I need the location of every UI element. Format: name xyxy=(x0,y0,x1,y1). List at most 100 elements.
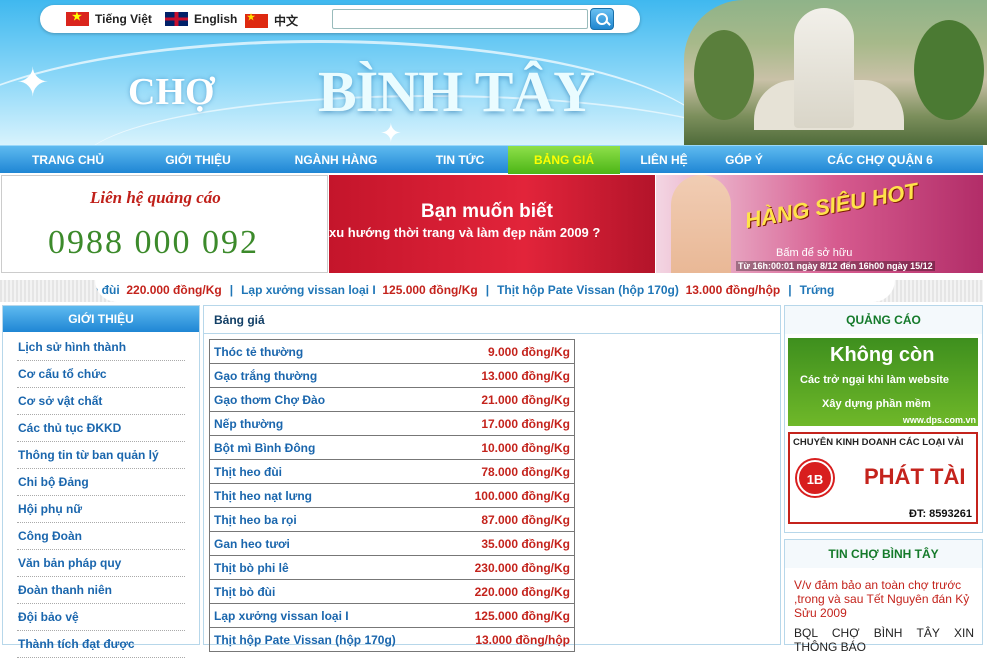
news-item-link[interactable]: V/v đảm bảo an toàn chợ trước ,trong và … xyxy=(794,578,974,620)
contact-ad-phone: 0988 000 092 xyxy=(48,224,259,261)
hot-ad-title: HÀNG SIÊU HOT xyxy=(743,178,920,233)
market-news-box: TIN CHỢ BÌNH TÂY V/v đảm bảo an toàn chợ… xyxy=(784,539,983,654)
fabric-shop-name: PHÁT TÀI xyxy=(864,464,966,489)
price-row: Gạo thơm Chợ Đào 21.000 đồng/Kg xyxy=(208,387,575,412)
price-item-value: 9.000 đồng/Kg xyxy=(445,339,575,364)
language-label: English xyxy=(194,12,238,26)
ticker-window: ò đùi 220.000 đồng/Kg | Lạp xưởng vissan l… xyxy=(95,280,895,302)
ticker-item-price: 220.000 đồng/Kg xyxy=(126,283,222,297)
price-row: Gạo trắng thường 13.000 đồng/Kg xyxy=(208,363,575,388)
fashion-ad-line1: Bạn muốn biết xyxy=(421,201,553,222)
contact-ad-title: Liên hệ quảng cáo xyxy=(90,188,221,207)
ticker-separator: | xyxy=(229,283,234,297)
price-item-value: 78.000 đồng/Kg xyxy=(445,459,575,484)
price-item-name[interactable]: Thịt bò đùi xyxy=(208,579,446,604)
sidebar-title: GIỚI THIỆU xyxy=(3,306,199,332)
dps-ad-url: www.dps.com.vn xyxy=(902,415,976,425)
model-figure xyxy=(671,175,731,273)
ticker-item-name[interactable]: Thịt hộp Pate Vissan (hộp 170g) xyxy=(497,283,679,297)
uk-flag-icon xyxy=(165,12,188,26)
fashion-ad-banner[interactable]: Bạn muốn biết xu hướng thời trang và làm… xyxy=(329,175,655,273)
sidebar-item-hoi-phu-nu[interactable]: Hội phụ nữ xyxy=(17,496,185,523)
price-row: Nếp thường 17.000 đồng/Kg xyxy=(208,411,575,436)
price-row: Thịt heo ba rọi 87.000 đồng/Kg xyxy=(208,507,575,532)
nav-trang-chu[interactable]: TRANG CHỦ xyxy=(0,146,136,174)
sidebar-item-lich-su[interactable]: Lịch sử hình thành xyxy=(17,334,185,361)
monument-shape xyxy=(794,8,854,128)
price-row: Thịt bò đùi 220.000 đồng/Kg xyxy=(208,579,575,604)
sidebar-item-van-ban[interactable]: Văn bản pháp quy xyxy=(17,550,185,577)
search-input[interactable] xyxy=(332,9,588,29)
ads-box-title: QUẢNG CÁO xyxy=(785,306,982,334)
sidebar-item-doan-thanh-nien[interactable]: Đoàn thanh niên xyxy=(17,577,185,604)
price-item-name[interactable]: Gạo trắng thường xyxy=(208,363,446,388)
sidebar-item-co-cau[interactable]: Cơ cấu tổ chức xyxy=(17,361,185,388)
price-item-name[interactable]: Gan heo tươi xyxy=(208,531,446,556)
ticker-item-name[interactable]: Trứng xyxy=(800,283,835,297)
fabric-shop-logo: 1B xyxy=(797,460,833,496)
nav-gop-y[interactable]: GÓP Ý xyxy=(708,146,780,174)
price-row: Bột mì Bình Đông 10.000 đồng/Kg xyxy=(208,435,575,460)
sidebar-item-thu-tuc[interactable]: Các thủ tục ĐKKD xyxy=(17,415,185,442)
price-item-name[interactable]: Thịt heo đùi xyxy=(208,459,446,484)
main-nav: TRANG CHỦ GIỚI THIỆU NGÀNH HÀNG TIN TỨC … xyxy=(0,145,983,174)
ticker-track: ò đùi 220.000 đồng/Kg | Lạp xưởng vissan l… xyxy=(95,283,834,297)
dps-ad-line1: Các trở ngại khi làm website xyxy=(800,374,950,386)
sidebar-item-cong-doan[interactable]: Công Đoàn xyxy=(17,523,185,550)
price-item-value: 13.000 đồng/hộp xyxy=(445,627,575,652)
hot-ad-time: Từ 16h:00:01 ngày 8/12 đến 16h00 ngày 15… xyxy=(736,261,935,271)
sparkle-icon: ✦ xyxy=(16,61,50,105)
ticker-separator: | xyxy=(485,283,490,297)
nav-bang-gia[interactable]: BẢNG GIÁ xyxy=(508,146,620,174)
price-item-name[interactable]: Thịt heo nạt lưng xyxy=(208,483,446,508)
price-item-name[interactable]: Thịt heo ba rọi xyxy=(208,507,446,532)
ticker-item-name[interactable]: ò đùi xyxy=(95,283,120,297)
nav-gioi-thieu[interactable]: GIỚI THIỆU xyxy=(136,146,260,174)
price-item-value: 230.000 đồng/Kg xyxy=(445,555,575,580)
language-chinese[interactable]: 中文 xyxy=(245,12,298,29)
price-item-name[interactable]: Thịt bò phi lê xyxy=(208,555,446,580)
site-header: ✦ ✦ Tiếng Việt English 中文 CHỢ BÌNH TÂY xyxy=(0,0,987,145)
price-ticker: ò đùi 220.000 đồng/Kg | Lạp xưởng vissan l… xyxy=(0,280,983,302)
right-sidebar: QUẢNG CÁO Không còn Các trở ngại khi làm… xyxy=(784,305,983,654)
china-flag-icon xyxy=(245,12,268,28)
sidebar-item-chi-bo[interactable]: Chi bộ Đảng xyxy=(17,469,185,496)
nav-nganh-hang[interactable]: NGÀNH HÀNG xyxy=(260,146,412,174)
price-item-name[interactable]: Thóc tẻ thường xyxy=(208,339,446,364)
price-board-title: Bảng giá xyxy=(204,306,780,334)
dps-ad-line2: Xây dựng phần mềm xyxy=(822,398,931,410)
price-row: Thịt bò phi lê 230.000 đồng/Kg xyxy=(208,555,575,580)
ticker-item-name[interactable]: Lạp xưởng vissan loại I xyxy=(241,283,376,297)
search-button[interactable] xyxy=(590,8,614,30)
nav-tin-tuc[interactable]: TIN TỨC xyxy=(412,146,508,174)
nav-lien-he[interactable]: LIÊN HỆ xyxy=(620,146,708,174)
nav-cac-cho-quan-6[interactable]: CÁC CHỢ QUẬN 6 xyxy=(780,146,980,174)
fabric-shop-ad[interactable]: CHUYÊN KINH DOANH CÁC LOẠI VẢI 1B PHÁT T… xyxy=(788,432,978,524)
market-monument-photo xyxy=(684,0,987,145)
language-english[interactable]: English xyxy=(165,12,237,26)
tree-shape xyxy=(914,20,984,120)
dps-ad-banner[interactable]: Không còn Các trở ngại khi làm website X… xyxy=(788,338,978,426)
fashion-ad-line2: xu hướng thời trang và làm đẹp năm 2009 … xyxy=(329,225,601,240)
price-row: Thịt heo đùi 78.000 đồng/Kg xyxy=(208,459,575,484)
sidebar-item-doi-bao-ve[interactable]: Đội bảo vệ xyxy=(17,604,185,631)
price-item-value: 87.000 đồng/Kg xyxy=(445,507,575,532)
sidebar-item-thong-tin[interactable]: Thông tin từ ban quản lý xyxy=(17,442,185,469)
contact-ad-banner[interactable]: Liên hệ quảng cáo 0988 000 092 xyxy=(1,175,328,273)
price-item-name[interactable]: Lạp xưởng vissan loại I xyxy=(208,603,446,628)
price-item-name[interactable]: Nếp thường xyxy=(208,411,446,436)
hot-ad-cta: Bấm để sở hữu xyxy=(776,247,853,259)
price-item-value: 100.000 đồng/Kg xyxy=(445,483,575,508)
price-item-name[interactable]: Gạo thơm Chợ Đào xyxy=(208,387,446,412)
price-item-name[interactable]: Thịt hộp Pate Vissan (hộp 170g) xyxy=(208,627,446,652)
sidebar-item-co-so[interactable]: Cơ sở vật chất xyxy=(17,388,185,415)
price-item-name[interactable]: Bột mì Bình Đông xyxy=(208,435,446,460)
hot-product-ad-banner[interactable]: HÀNG SIÊU HOT Bấm để sở hữu Từ 16h:00:01… xyxy=(656,175,983,273)
dps-ad-headline: Không còn xyxy=(830,344,935,366)
price-item-value: 125.000 đồng/Kg xyxy=(445,603,575,628)
price-row: Thịt heo nạt lưng 100.000 đồng/Kg xyxy=(208,483,575,508)
price-item-value: 220.000 đồng/Kg xyxy=(445,579,575,604)
vietnam-flag-icon xyxy=(66,10,89,26)
language-vietnamese[interactable]: Tiếng Việt xyxy=(66,10,152,26)
price-row: Thóc tẻ thường 9.000 đồng/Kg xyxy=(208,339,575,364)
